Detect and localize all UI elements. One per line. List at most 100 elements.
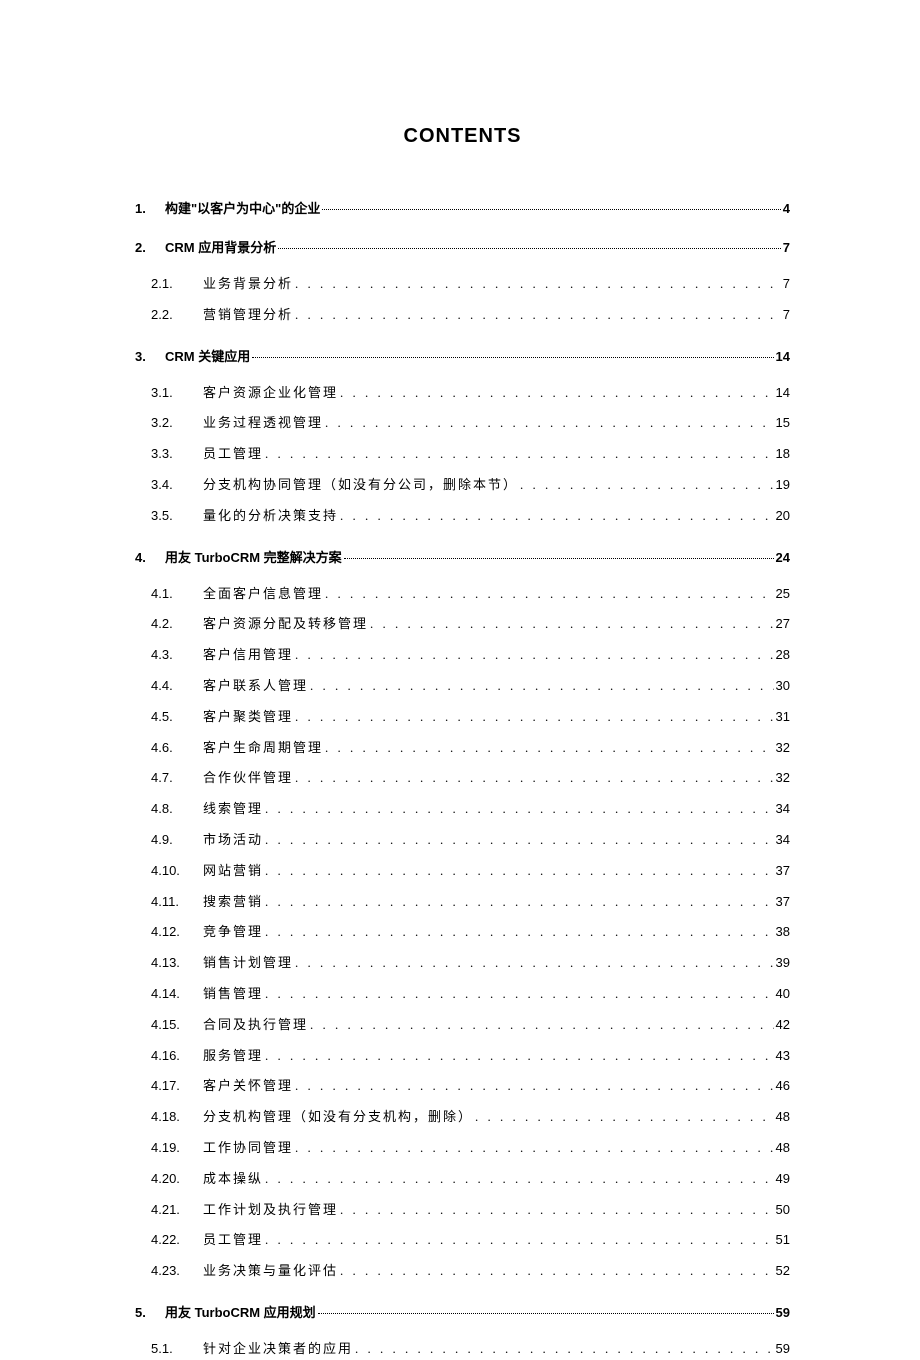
toc-title: 用友 TurboCRM 应用规划 [165, 1302, 316, 1321]
toc-title: 工作协同管理 [203, 1138, 293, 1159]
toc-entry-l1[interactable]: 4.用友 TurboCRM 完整解决方案24 [135, 547, 790, 566]
toc-entry-l2[interactable]: 4.3.客户信用管理. . . . . . . . . . . . . . . … [151, 645, 790, 666]
toc-page-number: 4 [783, 201, 790, 216]
toc-number: 5. [135, 1305, 165, 1320]
toc-title: 客户资源分配及转移管理 [203, 614, 368, 635]
toc-number: 4.8. [151, 799, 203, 820]
toc-entry-l2[interactable]: 2.2.营销管理分析. . . . . . . . . . . . . . . … [151, 305, 790, 326]
toc-number: 4.13. [151, 953, 203, 974]
toc-number: 2.1. [151, 274, 203, 295]
toc-number: 5.1. [151, 1339, 203, 1360]
toc-entry-l2[interactable]: 3.3.员工管理. . . . . . . . . . . . . . . . … [151, 444, 790, 465]
toc-leader-dots: . . . . . . . . . . . . . . . . . . . . … [295, 768, 774, 789]
toc-page-number: 37 [776, 892, 790, 913]
toc-leader-dots: . . . . . . . . . . . . . . . . . . . . … [265, 922, 774, 943]
toc-title: 客户生命周期管理 [203, 738, 323, 759]
toc-entry-l2[interactable]: 5.1.针对企业决策者的应用. . . . . . . . . . . . . … [151, 1339, 790, 1360]
toc-number: 4.7. [151, 768, 203, 789]
toc-title: 业务背景分析 [203, 274, 293, 295]
toc-number: 4. [135, 550, 165, 565]
toc-page-number: 34 [776, 830, 790, 851]
toc-entry-l1[interactable]: 5.用友 TurboCRM 应用规划59 [135, 1302, 790, 1321]
toc-title: 构建"以客户为中心"的企业 [165, 198, 320, 217]
toc-entry-l2[interactable]: 4.6.客户生命周期管理. . . . . . . . . . . . . . … [151, 738, 790, 759]
toc-entry-l2[interactable]: 4.2.客户资源分配及转移管理. . . . . . . . . . . . .… [151, 614, 790, 635]
toc-entry-l2[interactable]: 4.17.客户关怀管理. . . . . . . . . . . . . . .… [151, 1076, 790, 1097]
toc-title: CRM 应用背景分析 [165, 237, 276, 256]
toc-number: 4.10. [151, 861, 203, 882]
toc-leader-dots: . . . . . . . . . . . . . . . . . . . . … [520, 475, 774, 496]
toc-number: 4.3. [151, 645, 203, 666]
toc-entry-l2[interactable]: 4.13.销售计划管理. . . . . . . . . . . . . . .… [151, 953, 790, 974]
toc-number: 3.1. [151, 383, 203, 404]
toc-title: 用友 TurboCRM 完整解决方案 [165, 547, 342, 566]
toc-title: 成本操纵 [203, 1169, 263, 1190]
toc-entry-l2[interactable]: 4.10.网站营销. . . . . . . . . . . . . . . .… [151, 861, 790, 882]
toc-leader-dots: . . . . . . . . . . . . . . . . . . . . … [295, 953, 774, 974]
toc-entry-l2[interactable]: 3.2.业务过程透视管理. . . . . . . . . . . . . . … [151, 413, 790, 434]
toc-number: 4.4. [151, 676, 203, 697]
toc-leader-dots: . . . . . . . . . . . . . . . . . . . . … [295, 1076, 774, 1097]
toc-entry-l2[interactable]: 2.1.业务背景分析. . . . . . . . . . . . . . . … [151, 274, 790, 295]
toc-page-number: 34 [776, 799, 790, 820]
toc-entry-l2[interactable]: 4.18.分支机构管理（如没有分支机构，删除）. . . . . . . . .… [151, 1107, 790, 1128]
toc-leader-dots: . . . . . . . . . . . . . . . . . . . . … [265, 1169, 774, 1190]
toc-entry-l2[interactable]: 4.9.市场活动. . . . . . . . . . . . . . . . … [151, 830, 790, 851]
toc-leader-dots: . . . . . . . . . . . . . . . . . . . . … [295, 305, 781, 326]
toc-page-number: 19 [776, 475, 790, 496]
toc-entry-l2[interactable]: 4.11.搜索营销. . . . . . . . . . . . . . . .… [151, 892, 790, 913]
toc-entry-l2[interactable]: 4.23.业务决策与量化评估. . . . . . . . . . . . . … [151, 1261, 790, 1282]
toc-number: 4.5. [151, 707, 203, 728]
toc-entry-l2[interactable]: 3.5.量化的分析决策支持. . . . . . . . . . . . . .… [151, 506, 790, 527]
toc-page-number: 14 [776, 349, 790, 364]
toc-page-number: 52 [776, 1261, 790, 1282]
page-title: CONTENTS [135, 125, 790, 148]
toc-entry-l2[interactable]: 4.22.员工管理. . . . . . . . . . . . . . . .… [151, 1230, 790, 1251]
toc-entry-l1[interactable]: 1.构建"以客户为中心"的企业4 [135, 198, 790, 217]
toc-leader-dots: . . . . . . . . . . . . . . . . . . . . … [265, 892, 774, 913]
toc-number: 4.6. [151, 738, 203, 759]
toc-number: 2.2. [151, 305, 203, 326]
toc-title: 客户聚类管理 [203, 707, 293, 728]
toc-entry-l2[interactable]: 4.8.线索管理. . . . . . . . . . . . . . . . … [151, 799, 790, 820]
toc-entry-l2[interactable]: 4.7.合作伙伴管理. . . . . . . . . . . . . . . … [151, 768, 790, 789]
toc-number: 4.14. [151, 984, 203, 1005]
toc-entry-l2[interactable]: 4.1.全面客户信息管理. . . . . . . . . . . . . . … [151, 584, 790, 605]
toc-list: 1.构建"以客户为中心"的企业42.CRM 应用背景分析72.1.业务背景分析.… [135, 198, 790, 1360]
toc-page-number: 50 [776, 1200, 790, 1221]
toc-page-number: 28 [776, 645, 790, 666]
toc-title: 工作计划及执行管理 [203, 1200, 338, 1221]
toc-number: 4.20. [151, 1169, 203, 1190]
toc-entry-l2[interactable]: 4.21.工作计划及执行管理. . . . . . . . . . . . . … [151, 1200, 790, 1221]
toc-page-number: 46 [776, 1076, 790, 1097]
toc-title: 线索管理 [203, 799, 263, 820]
toc-entry-l2[interactable]: 4.20.成本操纵. . . . . . . . . . . . . . . .… [151, 1169, 790, 1190]
toc-leader-dots: . . . . . . . . . . . . . . . . . . . . … [295, 707, 774, 728]
toc-entry-l1[interactable]: 3.CRM 关键应用14 [135, 346, 790, 365]
toc-number: 3. [135, 349, 165, 364]
toc-entry-l1[interactable]: 2.CRM 应用背景分析7 [135, 237, 790, 256]
toc-title: 分支机构协同管理（如没有分公司，删除本节） [203, 475, 518, 496]
toc-leader-dots: . . . . . . . . . . . . . . . . . . . . … [265, 830, 774, 851]
toc-entry-l2[interactable]: 4.14.销售管理. . . . . . . . . . . . . . . .… [151, 984, 790, 1005]
toc-page-number: 51 [776, 1230, 790, 1251]
toc-entry-l2[interactable]: 4.5.客户聚类管理. . . . . . . . . . . . . . . … [151, 707, 790, 728]
toc-title: 搜索营销 [203, 892, 263, 913]
toc-leader-dots: . . . . . . . . . . . . . . . . . . . . … [265, 1046, 774, 1067]
toc-leader-dots: . . . . . . . . . . . . . . . . . . . . … [265, 984, 774, 1005]
toc-entry-l2[interactable]: 4.19.工作协同管理. . . . . . . . . . . . . . .… [151, 1138, 790, 1159]
toc-page-number: 32 [776, 768, 790, 789]
toc-entry-l2[interactable]: 4.12.竞争管理. . . . . . . . . . . . . . . .… [151, 922, 790, 943]
toc-entry-l2[interactable]: 4.16.服务管理. . . . . . . . . . . . . . . .… [151, 1046, 790, 1067]
toc-entry-l2[interactable]: 4.15.合同及执行管理. . . . . . . . . . . . . . … [151, 1015, 790, 1036]
toc-page-number: 49 [776, 1169, 790, 1190]
toc-entry-l2[interactable]: 3.1.客户资源企业化管理. . . . . . . . . . . . . .… [151, 383, 790, 404]
toc-number: 3.2. [151, 413, 203, 434]
toc-entry-l2[interactable]: 4.4.客户联系人管理. . . . . . . . . . . . . . .… [151, 676, 790, 697]
toc-leader-dots [344, 549, 774, 562]
toc-page-number: 37 [776, 861, 790, 882]
toc-title: 全面客户信息管理 [203, 584, 323, 605]
toc-leader-dots: . . . . . . . . . . . . . . . . . . . . … [325, 584, 774, 605]
toc-number: 3.4. [151, 475, 203, 496]
toc-entry-l2[interactable]: 3.4.分支机构协同管理（如没有分公司，删除本节）. . . . . . . .… [151, 475, 790, 496]
